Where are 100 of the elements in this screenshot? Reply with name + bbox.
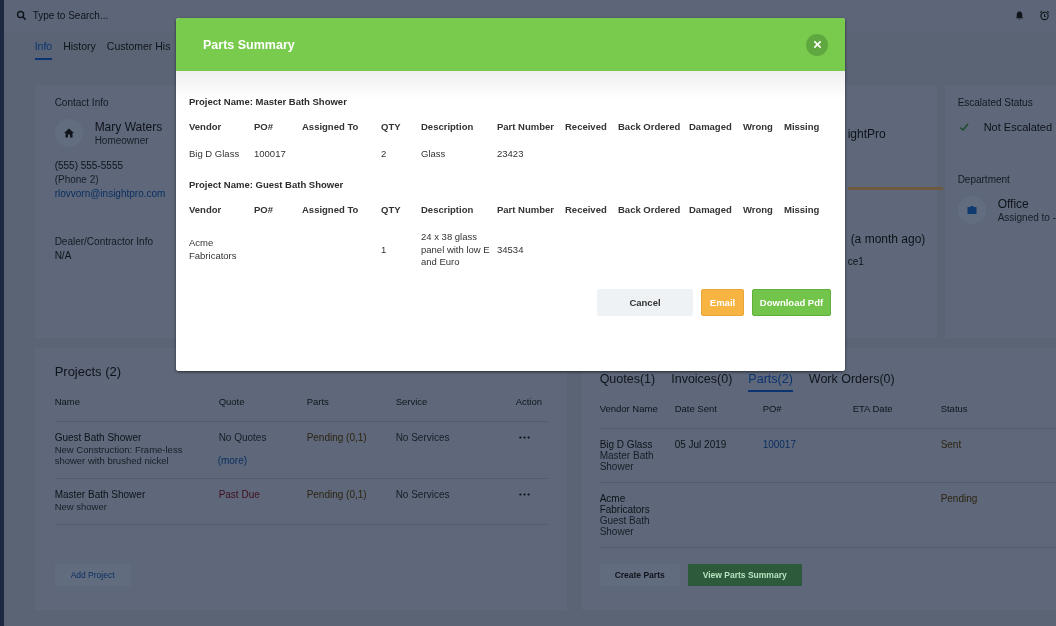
contact-name: Mary Waters: [94, 120, 163, 134]
tab[interactable]: Work Orders(0): [808, 372, 895, 390]
column-header: Name: [54, 396, 80, 407]
column-header: Damaged: [689, 121, 732, 132]
escalated-value: Not Escalated: [983, 121, 1053, 133]
check-icon: [957, 121, 970, 133]
column-header: Quote: [218, 396, 245, 407]
order-status: Sent: [940, 439, 962, 450]
company-name: ightPro: [847, 127, 886, 141]
column-header: Action: [515, 396, 543, 407]
dialog-button[interactable]: Download Pdf: [752, 289, 831, 317]
add-project-button[interactable]: Add Project: [54, 564, 131, 586]
search-field[interactable]: Type to Search...: [32, 10, 123, 21]
column-header: Wrong: [743, 121, 773, 132]
table-cell-text: Glass: [421, 148, 447, 161]
column-header: Missing: [784, 203, 820, 215]
dealer-value: N/A: [54, 250, 72, 261]
column-header: Description: [421, 203, 474, 215]
column-header: PO#: [254, 203, 273, 215]
detail-text: ce1: [847, 256, 864, 267]
bell-icon[interactable]: [1014, 10, 1025, 21]
column-header: PO#: [762, 403, 782, 414]
contact-role: Homeowner: [94, 135, 149, 146]
column-header: Received: [565, 121, 607, 132]
more-icon[interactable]: [518, 493, 530, 496]
table-cell: 2: [381, 148, 387, 159]
phone-number: (555) 555-5555: [54, 160, 123, 171]
column-header: Parts: [306, 396, 329, 407]
project-name: Guest Bath Shower: [54, 432, 142, 443]
service-status: No Services: [395, 489, 450, 500]
column-header: QTY: [381, 121, 401, 132]
action-button[interactable]: View Parts Summary: [687, 564, 802, 586]
email-link[interactable]: rlovvorn@insightpro.com: [54, 188, 166, 199]
column-header: Service: [395, 396, 428, 407]
more-icon[interactable]: [518, 436, 530, 439]
briefcase-icon: [957, 196, 986, 224]
table-cell: Big D Glass: [189, 148, 240, 159]
projects-title: Projects (2): [54, 364, 122, 379]
column-header: Vendor: [189, 121, 222, 132]
table-cell: 1: [381, 243, 387, 255]
tab[interactable]: Quotes(1): [599, 372, 656, 390]
table-cell: 100017: [254, 148, 286, 159]
tab[interactable]: Invoices(0): [671, 372, 733, 390]
column-header: Vendor: [189, 203, 222, 215]
parts-status: Pending (0,1): [306, 432, 367, 443]
dialog-title: Parts Summary: [203, 37, 295, 52]
column-header: Back Ordered: [618, 203, 681, 215]
project-label: Project Name: Guest Bath Shower: [189, 178, 344, 190]
section-label: Dealer/Contractor Info: [54, 236, 153, 247]
more-link[interactable]: (more): [217, 455, 248, 466]
table-cell: 23423: [497, 148, 524, 159]
column-header: Vendor Name: [599, 403, 658, 414]
assigned-to: Assigned to -: [997, 212, 1056, 223]
home-icon: [54, 119, 83, 147]
section-label: Contact Info: [54, 97, 109, 108]
date-sent: 05 Jul 2019: [674, 439, 727, 450]
column-header: Assigned To: [302, 203, 359, 215]
service-status: No Services: [395, 432, 450, 443]
column-header: Description: [421, 121, 474, 132]
time-ago: (a month ago): [850, 232, 926, 246]
section-label: Department: [957, 174, 1010, 185]
table-cell: 24 x 38 glass panel with low E and Euro: [421, 230, 491, 270]
tab[interactable]: History: [63, 38, 96, 58]
section-label: Escalated Status: [957, 97, 1033, 108]
project-name: Guest Bath Shower: [599, 515, 651, 537]
parts-status: Pending (0,1): [306, 489, 367, 500]
project-description: New Construction: Frame-less shower with brushed nickel: [54, 444, 184, 466]
tab[interactable]: Info: [34, 38, 53, 60]
table-cell: Acme Fabricators: [189, 237, 237, 262]
table-cell: 34534: [497, 243, 524, 255]
column-header: Date Sent: [674, 403, 717, 414]
column-header: PO#: [254, 121, 273, 132]
alarm-clock-icon[interactable]: [1039, 10, 1050, 21]
column-header: Missing: [784, 121, 820, 132]
column-header: Part Number: [497, 203, 554, 215]
column-header: QTY: [381, 203, 401, 215]
search-icon: [15, 10, 27, 21]
vendor-name: Big D Glass: [599, 439, 653, 450]
action-button[interactable]: Create Parts: [599, 564, 680, 586]
dialog-button[interactable]: Email: [701, 289, 744, 317]
column-header: Back Ordered: [618, 121, 681, 132]
project-name: Master Bath Shower: [54, 489, 146, 500]
column-header: Part Number: [497, 121, 554, 132]
po-link[interactable]: 100017: [762, 439, 796, 450]
column-header: Status: [940, 403, 968, 414]
quote-status: No Quotes: [218, 432, 267, 443]
column-header: Received: [565, 203, 607, 215]
project-name: Master Bath Shower: [599, 450, 655, 472]
dialog-button[interactable]: Cancel: [597, 289, 693, 317]
column-header: ETA Date: [852, 403, 893, 414]
tab[interactable]: Customer His: [106, 38, 171, 58]
phone-2: (Phone 2): [54, 174, 99, 185]
column-header: Wrong: [743, 203, 773, 215]
column-header: Damaged: [689, 203, 732, 215]
project-label: Project Name: Master Bath Shower: [189, 96, 347, 107]
department-value: Office: [997, 197, 1029, 211]
order-status: Pending: [940, 493, 978, 504]
vendor-name: Acme Fabricators: [599, 493, 651, 515]
close-button[interactable]: [806, 33, 828, 56]
quote-status: Past Due: [218, 489, 260, 500]
